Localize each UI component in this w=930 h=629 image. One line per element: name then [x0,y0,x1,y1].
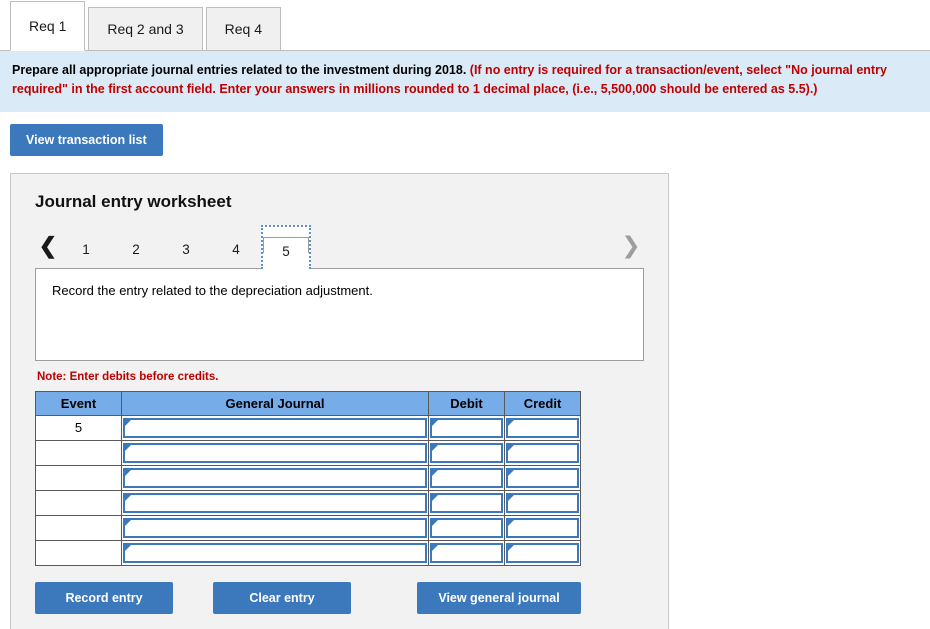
credit-input[interactable] [506,417,579,438]
account-select-input[interactable] [123,517,427,538]
requirement-tabs: Req 1 Req 2 and 3 Req 4 [0,0,930,51]
account-select-input[interactable] [123,467,427,488]
account-select-input[interactable] [123,492,427,513]
column-header-credit: Credit [504,390,581,416]
debit-input[interactable] [430,442,503,463]
credit-input[interactable] [506,442,579,463]
tab-req-4[interactable]: Req 4 [205,7,282,51]
page-title: Journal entry worksheet [35,191,232,211]
debit-input[interactable] [430,517,503,538]
account-select-input[interactable] [123,442,427,463]
event-number-cell [35,489,122,516]
credit-cell[interactable] [504,514,581,541]
general-journal-cell[interactable] [121,464,429,491]
column-header-general-journal: General Journal [121,390,429,416]
event-number-cell [35,464,122,491]
clear-entry-button[interactable]: Clear entry [213,581,351,614]
chevron-left-icon[interactable]: ❮ [35,234,61,268]
worksheet-page-1[interactable]: 1 [61,242,111,268]
table-row [35,514,581,541]
record-entry-button[interactable]: Record entry [35,581,173,614]
entry-description-text: Record the entry related to the deprecia… [52,282,373,298]
instructions-banner: Prepare all appropriate journal entries … [0,51,930,112]
column-header-debit: Debit [428,390,505,416]
debit-input[interactable] [430,542,503,563]
account-select-input[interactable] [123,542,427,563]
journal-entry-table: Event General Journal Debit Credit 5 [35,390,581,566]
credit-cell[interactable] [504,414,581,441]
account-select-input[interactable] [123,417,427,438]
debit-cell[interactable] [428,489,505,516]
debits-before-credits-note: Note: Enter debits before credits. [37,370,219,383]
debit-cell[interactable] [428,539,505,566]
worksheet-page-3[interactable]: 3 [161,242,211,268]
event-number-cell [35,439,122,466]
worksheet-page-4[interactable]: 4 [211,242,261,268]
credit-cell[interactable] [504,439,581,466]
general-journal-cell[interactable] [121,514,429,541]
worksheet-pager: ❮ 1 2 3 4 5 ❯ [35,224,644,269]
debit-cell[interactable] [428,464,505,491]
credit-cell[interactable] [504,464,581,491]
table-row [35,539,581,566]
worksheet-actions: Record entry Clear entry View general jo… [35,581,644,614]
debit-input[interactable] [430,417,503,438]
view-general-journal-button[interactable]: View general journal [417,581,581,614]
debit-cell[interactable] [428,514,505,541]
debit-cell[interactable] [428,439,505,466]
debit-input[interactable] [430,467,503,488]
credit-input[interactable] [506,517,579,538]
general-journal-cell[interactable] [121,414,429,441]
worksheet-page-2[interactable]: 2 [111,242,161,268]
chevron-right-icon[interactable]: ❯ [618,233,644,268]
view-transaction-list-button[interactable]: View transaction list [10,123,163,156]
table-row [35,439,581,466]
toolbar: View transaction list [0,112,930,156]
credit-input[interactable] [506,467,579,488]
credit-input[interactable] [506,492,579,513]
debit-cell[interactable] [428,414,505,441]
credit-cell[interactable] [504,489,581,516]
tab-req-2-and-3[interactable]: Req 2 and 3 [88,7,203,51]
event-number-cell [35,514,122,541]
journal-entry-worksheet-panel: Journal entry worksheet ❮ 1 2 3 4 5 ❯ Re… [10,172,669,629]
table-row [35,489,581,516]
instructions-main-text: Prepare all appropriate journal entries … [12,63,467,77]
event-number-cell [35,539,122,566]
credit-input[interactable] [506,542,579,563]
credit-cell[interactable] [504,539,581,566]
table-row [35,464,581,491]
entry-description-box: Record the entry related to the deprecia… [35,267,644,361]
column-header-event: Event [35,390,122,416]
tab-req-1[interactable]: Req 1 [10,1,86,51]
general-journal-cell[interactable] [121,489,429,516]
table-header-row: Event General Journal Debit Credit [35,390,581,416]
worksheet-page-5[interactable]: 5 [261,224,311,269]
general-journal-cell[interactable] [121,539,429,566]
worksheet-page-5-label: 5 [263,236,309,259]
event-number-cell: 5 [35,414,122,441]
table-row: 5 [35,414,581,441]
general-journal-cell[interactable] [121,439,429,466]
debit-input[interactable] [430,492,503,513]
